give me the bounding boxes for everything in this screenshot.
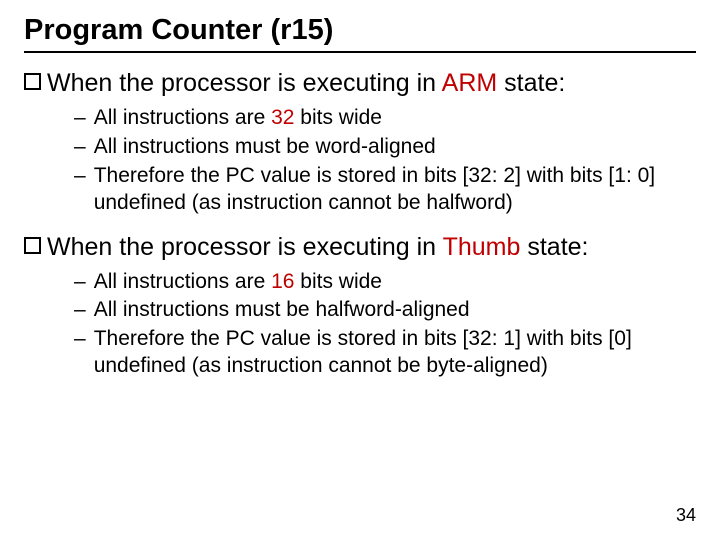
list-item-text: All instructions must be word-aligned: [94, 134, 696, 161]
arm-sublist: – All instructions are 32 bits wide – Al…: [74, 105, 696, 217]
dash-bullet-icon: –: [74, 269, 94, 296]
highlight-number: 16: [271, 270, 294, 293]
list-item: – Therefore the PC value is stored in bi…: [74, 326, 696, 380]
dash-bullet-icon: –: [74, 326, 94, 380]
dash-bullet-icon: –: [74, 163, 94, 217]
bullet-thumb-state: When the processor is executing in Thumb…: [24, 231, 696, 263]
slide: Program Counter (r15) When the processor…: [0, 0, 720, 540]
text-fragment: When the processor is executing in: [47, 69, 442, 97]
list-item-text: All instructions must be halfword-aligne…: [94, 297, 696, 324]
list-item-text: Therefore the PC value is stored in bits…: [94, 163, 696, 217]
list-item-text: Therefore the PC value is stored in bits…: [94, 326, 696, 380]
dash-bullet-icon: –: [74, 297, 94, 324]
page-number: 34: [676, 505, 696, 526]
list-item: – All instructions must be halfword-alig…: [74, 297, 696, 324]
dash-bullet-icon: –: [74, 134, 94, 161]
slide-title: Program Counter (r15): [24, 14, 696, 53]
list-item-text: All instructions are 32 bits wide: [94, 105, 696, 132]
highlight-number: 32: [271, 106, 294, 129]
text-fragment: All instructions are: [94, 270, 271, 293]
list-item: – Therefore the PC value is stored in bi…: [74, 163, 696, 217]
text-fragment: bits wide: [294, 270, 382, 293]
highlight-thumb: Thumb: [443, 233, 521, 261]
text-fragment: All instructions are: [94, 106, 271, 129]
thumb-sublist: – All instructions are 16 bits wide – Al…: [74, 269, 696, 381]
square-bullet-icon: [24, 73, 41, 90]
text-fragment: When the processor is executing in: [47, 233, 443, 261]
list-item: – All instructions must be word-aligned: [74, 134, 696, 161]
list-item: – All instructions are 32 bits wide: [74, 105, 696, 132]
bullet-text: When the processor is executing in Thumb…: [47, 231, 696, 263]
dash-bullet-icon: –: [74, 105, 94, 132]
highlight-arm: ARM: [442, 69, 498, 97]
text-fragment: bits wide: [294, 106, 382, 129]
text-fragment: state:: [497, 69, 565, 97]
bullet-arm-state: When the processor is executing in ARM s…: [24, 67, 696, 99]
list-item: – All instructions are 16 bits wide: [74, 269, 696, 296]
square-bullet-icon: [24, 237, 41, 254]
text-fragment: state:: [520, 233, 588, 261]
list-item-text: All instructions are 16 bits wide: [94, 269, 696, 296]
bullet-text: When the processor is executing in ARM s…: [47, 67, 696, 99]
